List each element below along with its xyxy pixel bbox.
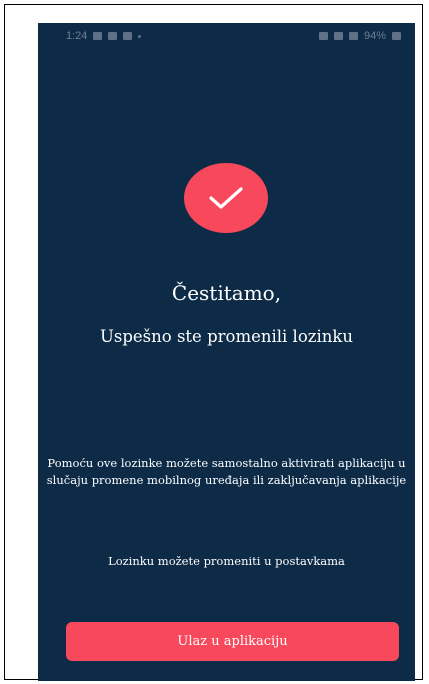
- screenshot-frame: 1:24 94% Čestitamo, Uspešno ste promenil…: [4, 4, 423, 681]
- checkmark-icon: [209, 187, 243, 209]
- app-notification-icon: [123, 32, 133, 40]
- more-notifications-icon: [138, 34, 142, 38]
- notification-icon: [93, 32, 103, 40]
- enter-app-button[interactable]: Ulaz u aplikaciju: [66, 622, 399, 661]
- success-badge: [184, 163, 268, 233]
- signal-icon: [348, 32, 358, 40]
- battery-icon: [392, 32, 401, 40]
- phone-screen: 1:24 94% Čestitamo, Uspešno ste promenil…: [38, 23, 415, 681]
- enter-app-button-label: Ulaz u aplikaciju: [177, 634, 288, 649]
- status-bar: 1:24 94%: [38, 23, 415, 49]
- message-icon: [108, 32, 118, 40]
- status-bar-left: 1:24: [66, 30, 142, 42]
- battery-percent: 94%: [363, 30, 386, 42]
- status-time: 1:24: [66, 30, 88, 42]
- status-bar-right: 94%: [318, 30, 401, 42]
- info-text: Pomoću ove lozinke možete samostalno akt…: [46, 456, 407, 487]
- lock-icon: [318, 32, 328, 40]
- wifi-icon: [333, 32, 343, 40]
- page-title: Čestitamo,: [171, 281, 282, 305]
- settings-hint: Lozinku možete promeniti u postavkama: [108, 554, 345, 568]
- success-subtitle: Uspešno ste promenili lozinku: [99, 327, 353, 346]
